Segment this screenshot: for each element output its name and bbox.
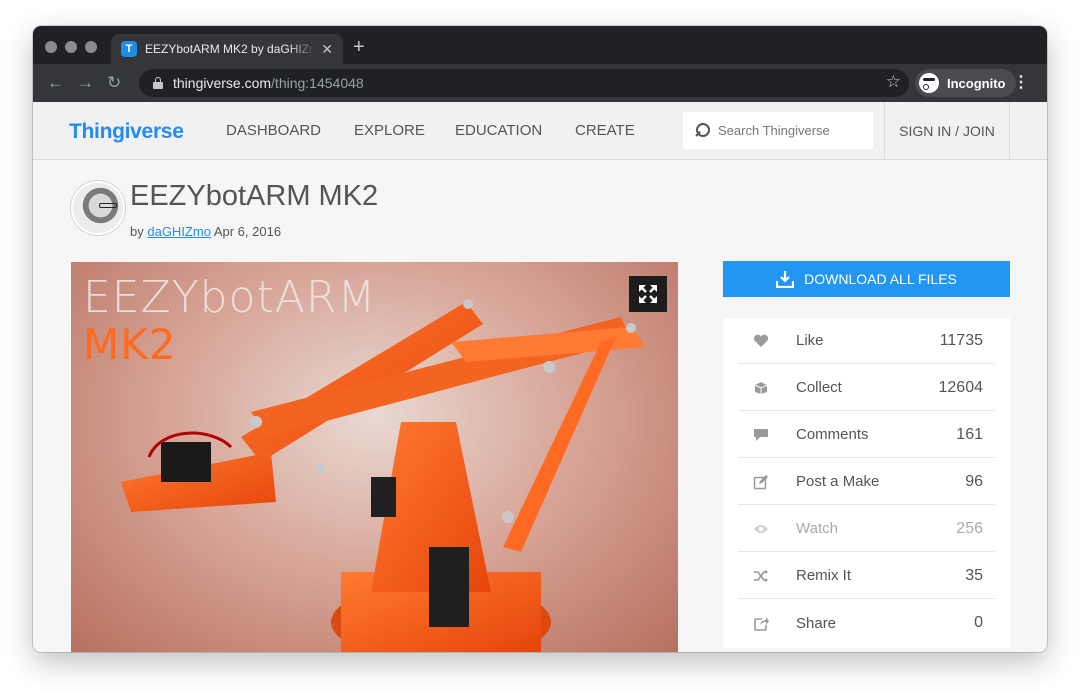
- zoom-window-button[interactable]: [85, 41, 97, 53]
- share-action[interactable]: Share 0: [738, 600, 995, 646]
- incognito-label: Incognito: [947, 75, 1006, 91]
- close-window-button[interactable]: [45, 41, 57, 53]
- search-input[interactable]: Search Thingiverse: [683, 112, 873, 149]
- author-link[interactable]: daGHIZmo: [147, 224, 211, 239]
- watch-action[interactable]: Watch 256: [738, 506, 995, 552]
- search-placeholder: Search Thingiverse: [718, 123, 830, 138]
- url-host: thingiverse.com: [173, 75, 272, 91]
- publish-date: Apr 6, 2016: [213, 224, 282, 239]
- collect-action[interactable]: Collect 12604: [738, 365, 995, 411]
- comment-icon: [752, 426, 770, 444]
- minimize-window-button[interactable]: [65, 41, 77, 53]
- lock-icon: [153, 77, 163, 89]
- address-bar[interactable]: thingiverse.com/thing:1454048 ☆: [139, 69, 909, 97]
- nav-create[interactable]: CREATE: [575, 122, 635, 139]
- browser-window: T EEZYbotARM MK2 by daGHIZmo ✕ + ← → ↻ t…: [33, 26, 1047, 652]
- post-a-make-count: 96: [965, 472, 983, 490]
- download-all-files-button[interactable]: DOWNLOAD ALL FILES: [723, 261, 1010, 297]
- byline: by daGHIZmo Apr 6, 2016: [130, 224, 281, 239]
- like-count: 11735: [939, 331, 983, 349]
- thing-actions-list: Like 11735 Collect 12604 Comments 161 Po…: [723, 318, 1010, 648]
- edit-icon: [752, 473, 770, 491]
- url-path: /thing:1454048: [271, 75, 364, 91]
- browser-menu-icon[interactable]: ⋮: [1013, 73, 1029, 93]
- watch-count: 256: [956, 519, 983, 537]
- byline-prefix: by: [130, 224, 144, 239]
- incognito-icon: [919, 73, 939, 93]
- expand-fullscreen-icon[interactable]: [629, 276, 667, 312]
- new-tab-button[interactable]: +: [353, 37, 365, 57]
- browser-tab[interactable]: T EEZYbotARM MK2 by daGHIZmo ✕: [111, 34, 343, 64]
- nav-explore[interactable]: EXPLORE: [354, 122, 425, 139]
- share-count: 0: [974, 614, 983, 631]
- watch-label: Watch: [796, 520, 838, 537]
- search-icon: [695, 123, 710, 138]
- tab-strip: T EEZYbotARM MK2 by daGHIZmo ✕ +: [33, 26, 1047, 64]
- like-label: Like: [796, 332, 824, 349]
- remix-it-action[interactable]: Remix It 35: [738, 553, 995, 599]
- browser-toolbar: ← → ↻ thingiverse.com/thing:1454048 ☆ In…: [33, 64, 1047, 102]
- thingiverse-logo[interactable]: Thingiverse: [69, 120, 184, 144]
- sign-in-join-button[interactable]: SIGN IN / JOIN: [884, 102, 1010, 160]
- image-title-line1: EEZYbotARM: [83, 272, 377, 323]
- comments-label: Comments: [796, 426, 869, 443]
- thing-main-image[interactable]: EEZYbotARM MK2: [71, 262, 678, 652]
- nav-dashboard[interactable]: DASHBOARD: [226, 122, 321, 139]
- collect-count: 12604: [938, 378, 984, 396]
- reload-icon[interactable]: ↻: [107, 73, 121, 93]
- close-tab-icon[interactable]: ✕: [321, 41, 333, 58]
- incognito-profile-button[interactable]: Incognito: [915, 69, 1016, 97]
- eye-icon: [752, 520, 770, 538]
- thingiverse-favicon-icon: T: [121, 41, 137, 57]
- remix-it-label: Remix It: [796, 567, 852, 584]
- remix-it-count: 35: [965, 566, 983, 584]
- page-title: EEZYbotARM MK2: [130, 180, 379, 212]
- nav-education[interactable]: EDUCATION: [455, 122, 542, 139]
- download-label: DOWNLOAD ALL FILES: [804, 271, 957, 287]
- author-avatar[interactable]: [71, 181, 125, 235]
- back-arrow-icon[interactable]: ←: [47, 73, 64, 93]
- comments-count: 161: [956, 425, 983, 443]
- post-a-make-action[interactable]: Post a Make 96: [738, 459, 995, 505]
- shuffle-icon: [752, 567, 770, 585]
- forward-arrow-icon[interactable]: →: [77, 73, 94, 93]
- collect-label: Collect: [796, 379, 842, 396]
- share-icon: [752, 614, 770, 632]
- heart-icon: [752, 332, 770, 350]
- collect-icon: [752, 379, 770, 397]
- share-label: Share: [796, 614, 837, 632]
- post-a-make-label: Post a Make: [796, 473, 880, 490]
- comments-action[interactable]: Comments 161: [738, 412, 995, 458]
- download-icon: [776, 271, 795, 288]
- tab-title: EEZYbotARM MK2 by daGHIZmo: [145, 42, 316, 56]
- site-header: Thingiverse DASHBOARD EXPLORE EDUCATION …: [33, 102, 1047, 160]
- like-action[interactable]: Like 11735: [738, 318, 995, 364]
- image-title-line2: MK2: [83, 320, 177, 369]
- bookmark-star-icon[interactable]: ☆: [886, 72, 901, 92]
